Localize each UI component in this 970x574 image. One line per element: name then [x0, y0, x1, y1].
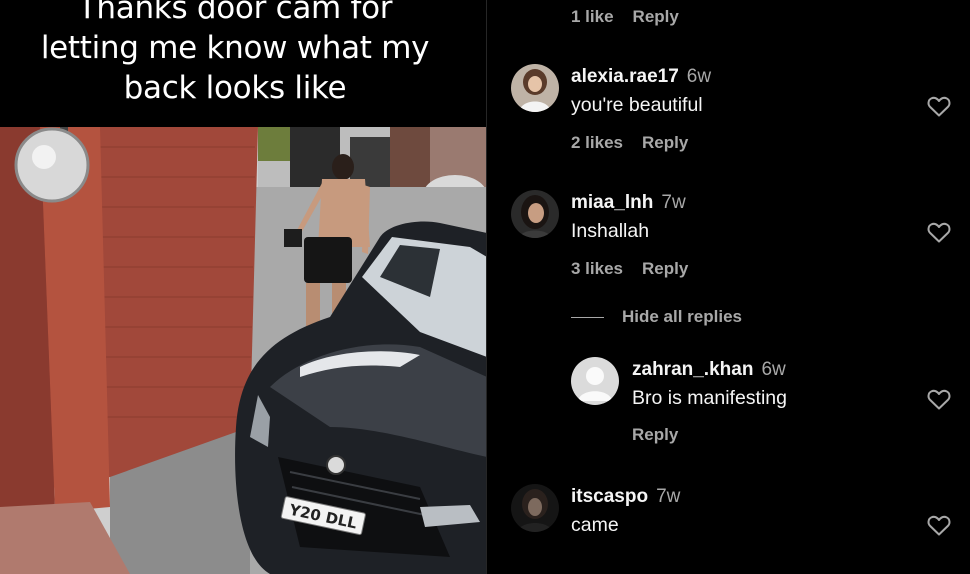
- avatar-photo: [511, 64, 559, 112]
- avatar-default[interactable]: [571, 357, 619, 405]
- comment-text: you're beautiful: [571, 94, 703, 116]
- username[interactable]: miaa_lnh: [571, 192, 653, 213]
- heart-icon[interactable]: [927, 388, 951, 410]
- timestamp: 6w: [761, 359, 786, 380]
- replies-divider-line: [571, 316, 604, 318]
- username[interactable]: itscaspo: [571, 486, 648, 507]
- avatar-photo: [511, 484, 559, 532]
- hide-replies-label[interactable]: Hide all replies: [622, 307, 742, 327]
- avatar[interactable]: [511, 190, 559, 238]
- video-caption: Thanks door cam for letting me know what…: [40, 0, 430, 106]
- heart-icon[interactable]: [927, 514, 951, 536]
- timestamp: 7w: [661, 192, 686, 213]
- post-media[interactable]: Thanks door cam for letting me know what…: [0, 0, 487, 574]
- comment-meta-row: 1 like Reply: [571, 7, 679, 27]
- username[interactable]: zahran_.khan: [632, 359, 753, 380]
- comment-header: miaa_lnh 7w: [571, 192, 686, 214]
- avatar[interactable]: [511, 484, 559, 532]
- comment-text: Inshallah: [571, 220, 650, 242]
- timestamp: 7w: [656, 486, 681, 507]
- comment-meta-row: 2 likes Reply: [571, 133, 688, 153]
- comment-header: itscaspo 7w: [571, 486, 680, 508]
- default-avatar-icon: [571, 357, 619, 405]
- comment-text: came: [571, 514, 619, 536]
- likes-count[interactable]: 1 like: [571, 7, 614, 27]
- comment-header: alexia.rae17 6w: [571, 66, 711, 88]
- reply-button[interactable]: Reply: [633, 7, 679, 27]
- timestamp: 6w: [686, 66, 712, 87]
- avatar-photo: [511, 190, 559, 238]
- reply-button[interactable]: Reply: [642, 133, 688, 153]
- heart-icon[interactable]: [927, 221, 951, 243]
- reply-button[interactable]: Reply: [642, 259, 688, 279]
- avatar[interactable]: [511, 64, 559, 112]
- likes-count[interactable]: 3 likes: [571, 259, 623, 279]
- reply-text: Bro is manifesting: [632, 387, 787, 409]
- reply-header: zahran_.khan 6w: [632, 359, 786, 381]
- reply-meta-row: Reply: [632, 425, 678, 445]
- comments-panel[interactable]: 1 like Reply alexia.rae17 6w you're beaut…: [487, 0, 970, 574]
- caption-band: Thanks door cam for letting me know what…: [0, 0, 487, 127]
- heart-icon[interactable]: [927, 95, 951, 117]
- reply-button[interactable]: Reply: [632, 425, 678, 445]
- username[interactable]: alexia.rae17: [571, 66, 679, 87]
- comment-meta-row: 3 likes Reply: [571, 259, 688, 279]
- hide-replies-toggle[interactable]: Hide all replies: [571, 307, 742, 327]
- likes-count[interactable]: 2 likes: [571, 133, 623, 153]
- doorbell-camera-frame: Y20 DLL: [0, 127, 487, 574]
